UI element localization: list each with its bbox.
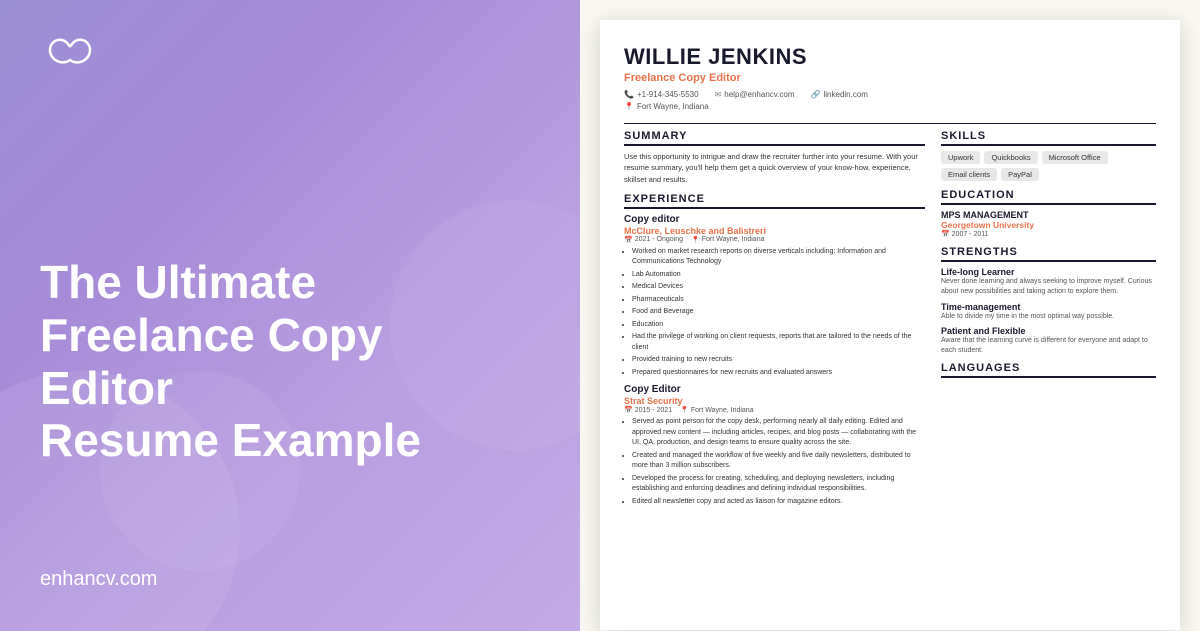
location-icon-job2: 📍 [680, 406, 689, 414]
email-contact: ✉ help@enhancv.com [715, 90, 795, 99]
linkedin-contact: 🔗 linkedin.com [811, 90, 868, 99]
edu-school: Georgetown University [941, 220, 1156, 230]
email-icon: ✉ [715, 90, 722, 99]
strength-3-desc: Aware that the learning curve is differe… [941, 336, 1156, 356]
skill-upwork: Upwork [941, 151, 980, 164]
resume-left-column: SUMMARY Use this opportunity to intrigue… [624, 130, 925, 513]
job-1-title: Copy editor [624, 214, 925, 225]
strength-2: Time-management Able to divide my time i… [941, 302, 1156, 322]
summary-section-title: SUMMARY [624, 130, 925, 146]
strength-3: Patient and Flexible Aware that the lear… [941, 326, 1156, 356]
calendar-icon-job2: 📅 [624, 406, 633, 414]
skill-quickbooks: Quickbooks [984, 151, 1037, 164]
right-panel: WILLIE JENKINS Freelance Copy Editor 📞 +… [580, 0, 1200, 631]
education-section-title: EDUCATION [941, 189, 1156, 205]
job-2-company: Strat Security [624, 396, 925, 406]
location-icon-job1: 📍 [691, 236, 700, 244]
title-line1: The Ultimate [40, 256, 316, 308]
resume-right-column: SKILLS Upwork Quickbooks Microsoft Offic… [941, 130, 1156, 513]
languages-section-title: LANGUAGES [941, 362, 1156, 378]
skills-tags: Upwork Quickbooks Microsoft Office Email… [941, 151, 1156, 181]
job-1-meta: 📅 2021 - Ongoing 📍 Fort Wayne, Indiana [624, 236, 925, 244]
linkedin-icon: 🔗 [811, 90, 821, 99]
education-entry-1: MPS MANAGEMENT Georgetown University 📅 2… [941, 210, 1156, 238]
logo [40, 30, 540, 75]
location-contact: 📍 Fort Wayne, Indiana [624, 102, 1156, 111]
calendar-icon-edu: 📅 [941, 231, 950, 238]
calendar-icon: 📅 [624, 236, 633, 244]
summary-text: Use this opportunity to intrigue and dra… [624, 151, 925, 185]
phone-contact: 📞 +1-914-345-5530 [624, 90, 699, 99]
resume-contact: 📞 +1-914-345-5530 ✉ help@enhancv.com 🔗 l… [624, 90, 1156, 99]
decor-circle-2 [100, 371, 300, 571]
skill-msoffice: Microsoft Office [1042, 151, 1108, 164]
edu-degree: MPS MANAGEMENT [941, 210, 1156, 220]
job-1-company: McClure, Leuschke and Balistreri [624, 226, 925, 236]
job-2-bullets: Served as point person for the copy desk… [624, 417, 925, 507]
job-1: Copy editor McClure, Leuschke and Balist… [624, 214, 925, 379]
strengths-section-title: STRENGTHS [941, 246, 1156, 262]
strength-1: Life-long Learner Never done learning an… [941, 267, 1156, 297]
resume-body: SUMMARY Use this opportunity to intrigue… [624, 130, 1156, 513]
job-2-title: Copy Editor [624, 384, 925, 395]
location-icon: 📍 [624, 102, 634, 111]
strength-2-desc: Able to divide my time in the most optim… [941, 312, 1156, 322]
strength-3-name: Patient and Flexible [941, 326, 1156, 336]
strength-1-desc: Never done learning and always seeking t… [941, 277, 1156, 297]
job-2: Copy Editor Strat Security 📅 2015 - 2021… [624, 384, 925, 507]
skills-section-title: SKILLS [941, 130, 1156, 146]
resume-name: WILLIE JENKINS [624, 44, 1156, 70]
header-divider [624, 123, 1156, 124]
phone-icon: 📞 [624, 90, 634, 99]
resume-card: WILLIE JENKINS Freelance Copy Editor 📞 +… [600, 20, 1180, 630]
experience-section-title: EXPERIENCE [624, 193, 925, 209]
job-2-meta: 📅 2015 - 2021 📍 Fort Wayne, Indiana [624, 406, 925, 414]
strength-2-name: Time-management [941, 302, 1156, 312]
edu-year: 📅 2007 - 2011 [941, 230, 1156, 238]
skill-paypal: PayPal [1001, 168, 1039, 181]
strength-1-name: Life-long Learner [941, 267, 1156, 277]
title-line2: Freelance Copy [40, 309, 383, 361]
resume-job-title: Freelance Copy Editor [624, 72, 1156, 84]
skill-email: Email clients [941, 168, 997, 181]
job-1-bullets: Worked on market research reports on div… [624, 247, 925, 379]
left-panel: The Ultimate Freelance Copy Editor Resum… [0, 0, 580, 631]
resume-header: WILLIE JENKINS Freelance Copy Editor 📞 +… [624, 44, 1156, 111]
